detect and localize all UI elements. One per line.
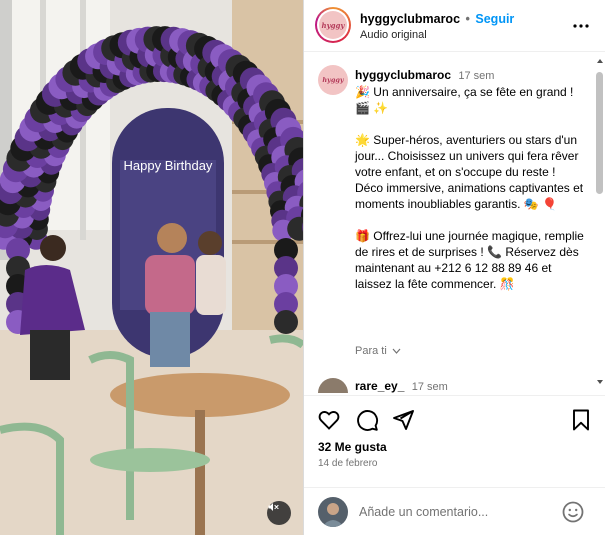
audio-label[interactable]: Audio original [360, 29, 427, 41]
translation-toggle[interactable]: Para ti [355, 345, 401, 357]
caption-time[interactable]: 17 sem [458, 70, 494, 82]
likes-count[interactable]: 32 Me gusta [318, 440, 387, 454]
post-details-panel: hyggy hyggyclubmaroc • Seguir Audio orig… [303, 0, 605, 535]
comment-row: rare_ey_ 17 sem [355, 379, 448, 393]
post-date[interactable]: 14 de febrero [318, 458, 378, 469]
brand-logo-icon: hyggy [319, 11, 347, 39]
heart-icon[interactable] [317, 408, 341, 432]
bookmark-icon[interactable] [569, 408, 593, 432]
comment-icon[interactable] [355, 408, 379, 432]
post-header: hyggy hyggyclubmaroc • Seguir Audio orig… [304, 0, 605, 52]
current-user-avatar[interactable] [318, 497, 348, 527]
caption-line-1: 🎉 Un anniversaire, ça se fête en grand !… [355, 85, 574, 115]
scrollbar-thumb[interactable] [596, 72, 603, 194]
media-scene: Happy Birthday [0, 0, 303, 535]
emoji-icon[interactable] [561, 500, 585, 524]
comments-area[interactable]: hyggy hyggyclubmaroc 17 sem 🎉 Un annivers… [304, 53, 605, 393]
scroll-up-arrow-icon[interactable] [596, 57, 604, 65]
caption-avatar[interactable]: hyggy [318, 65, 348, 95]
mute-button[interactable] [267, 501, 291, 525]
separator-dot: • [465, 12, 470, 26]
caption-text: hyggyclubmaroc 17 sem 🎉 Un anniversaire, … [355, 67, 585, 292]
chevron-down-icon [392, 348, 401, 354]
translate-label: Para ti [355, 345, 387, 357]
more-options-button[interactable] [572, 17, 590, 35]
comment-input[interactable] [359, 502, 549, 522]
caption-para-3: 🎁 Offrez-lui une journée magique, rempli… [355, 229, 584, 291]
commenter-avatar[interactable] [318, 378, 348, 393]
caption-para-2: 🌟 Super-héros, aventuriers ou stars d'un… [355, 133, 584, 211]
caption-username[interactable]: hyggyclubmaroc [355, 68, 451, 82]
scroll-down-arrow-icon[interactable] [596, 378, 604, 386]
comment-time[interactable]: 17 sem [412, 381, 448, 393]
post-media[interactable]: Happy Birthday [0, 0, 303, 535]
header-username-line: hyggyclubmaroc • Seguir [360, 12, 514, 26]
account-avatar[interactable]: hyggy [315, 7, 351, 43]
balloon [274, 310, 298, 334]
add-comment-bar [304, 487, 605, 535]
comment-username[interactable]: rare_ey_ [355, 379, 404, 393]
speaker-muted-icon [268, 503, 279, 511]
follow-button[interactable]: Seguir [475, 12, 514, 26]
header-username[interactable]: hyggyclubmaroc [360, 12, 460, 26]
more-horizontal-icon [573, 24, 589, 28]
caption-para-1: hyggyclubmaroc 17 sem 🎉 Un anniversaire, … [355, 67, 585, 116]
banner-text: Happy Birthday [124, 158, 213, 173]
share-send-icon[interactable] [391, 408, 415, 432]
